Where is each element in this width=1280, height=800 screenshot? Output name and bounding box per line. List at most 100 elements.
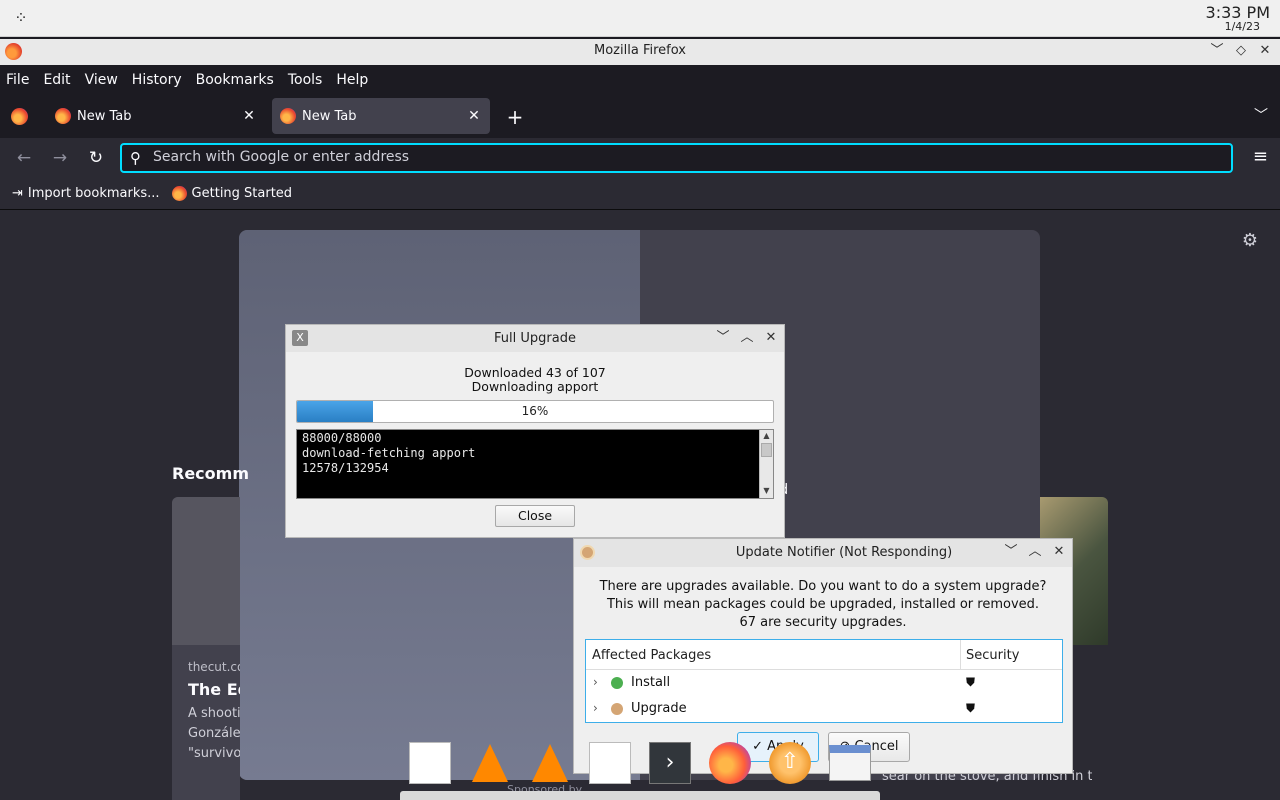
notifier-message-line: This will mean packages could be upgrade… [606, 597, 1040, 612]
menu-view[interactable]: View [85, 72, 118, 88]
reload-icon[interactable]: ↻ [84, 146, 108, 170]
bookmarks-toolbar: ⇥ Import bookmarks... Getting Started [0, 178, 1280, 210]
update-icon: ⇧ [769, 742, 811, 784]
app-launcher-icon[interactable]: ⁘ [10, 7, 32, 29]
task-manager-dock: › ⇧ [400, 738, 880, 800]
tree-row-label: Install [631, 675, 671, 690]
dock-item-writer[interactable] [406, 738, 454, 788]
bookmark-import[interactable]: ⇥ Import bookmarks... [12, 186, 160, 201]
navigation-bar: ← → ↻ ⚲ ≡ [0, 138, 1280, 178]
column-divider[interactable] [960, 640, 961, 670]
story-excerpt-line: "survivo [188, 746, 240, 761]
terminal-icon: › [649, 742, 691, 784]
gear-icon[interactable]: ⚙ [1242, 230, 1258, 251]
tab-favicon-icon [55, 108, 71, 124]
vlc-icon [472, 744, 508, 782]
install-icon [611, 677, 623, 689]
minimize-icon[interactable]: ﹀ [1002, 543, 1020, 561]
menu-tools[interactable]: Tools [288, 72, 323, 88]
story-source: thecut.co [188, 660, 240, 674]
minimize-icon[interactable]: ﹀ [714, 329, 732, 347]
url-bar[interactable]: ⚲ [120, 143, 1233, 173]
dock-item-firefox[interactable] [706, 738, 754, 788]
menu-help[interactable]: Help [336, 72, 368, 88]
log-scrollbar[interactable]: ▲ ▼ [759, 430, 773, 498]
window-icon [829, 745, 871, 781]
dock-item-terminal[interactable]: › [646, 738, 694, 788]
minimize-icon[interactable]: ﹀ [1208, 42, 1226, 60]
bookmark-label: Import bookmarks... [27, 186, 160, 201]
firefox-view-icon[interactable] [11, 108, 28, 125]
column-header-security[interactable]: Security [966, 648, 1019, 663]
progress-label: 16% [521, 404, 549, 418]
download-count-status: Downloaded 43 of 107 [464, 365, 606, 380]
dialog-titlebar: Update Notifier (Not Responding) ﹀ ︿ ✕ [574, 539, 1072, 567]
chevron-right-icon[interactable]: › [593, 701, 598, 715]
close-icon[interactable]: ✕ [762, 329, 780, 347]
tab-new-tab-1[interactable]: New Tab ✕ [47, 98, 265, 134]
maximize-icon[interactable]: ︿ [1026, 543, 1044, 561]
forward-arrow-icon[interactable]: → [48, 146, 72, 170]
dock-item-vlc-2[interactable] [526, 738, 574, 788]
update-notifier-app-icon [580, 545, 595, 560]
bookmark-label: Getting Started [191, 186, 293, 201]
app-menu-hamburger-icon[interactable]: ≡ [1253, 146, 1268, 167]
log-line: 88000/88000 [302, 431, 382, 445]
dock-item-vlc[interactable] [466, 738, 514, 788]
scroll-down-icon[interactable]: ▼ [760, 486, 773, 495]
scroll-thumb[interactable] [761, 443, 772, 457]
notifier-message-line: 67 are security upgrades. [739, 615, 907, 630]
close-icon[interactable]: ✕ [1256, 42, 1274, 60]
story-excerpt-line: Gonzále [188, 726, 240, 741]
maximize-icon[interactable]: ︿ [738, 329, 756, 347]
chevron-right-icon[interactable]: › [593, 675, 598, 689]
shield-icon: ⛊ [966, 701, 976, 715]
tree-row-install[interactable]: › Install ⛊ [586, 670, 1062, 696]
tab-favicon-icon [280, 108, 296, 124]
bookmark-getting-started[interactable]: Getting Started [171, 186, 293, 201]
story-title: The Ed [188, 680, 240, 699]
scroll-up-icon[interactable]: ▲ [760, 431, 773, 440]
tab-bar: New Tab ✕ New Tab ✕ + ﹀ [0, 95, 1280, 138]
tab-list-chevron-icon[interactable]: ﹀ [1254, 105, 1268, 125]
menu-edit[interactable]: Edit [43, 72, 70, 88]
tab-close-icon[interactable]: ✕ [466, 108, 482, 124]
menu-history[interactable]: History [132, 72, 182, 88]
import-icon: ⇥ [12, 186, 23, 201]
shield-icon: ⛊ [966, 675, 976, 689]
tree-row-upgrade[interactable]: › Upgrade ⛊ [586, 696, 1062, 722]
tree-row-label: Upgrade [631, 701, 687, 716]
tree-header: Affected Packages Security [586, 640, 1062, 670]
tab-close-icon[interactable]: ✕ [241, 108, 257, 124]
address-input[interactable] [153, 149, 1203, 165]
new-tab-plus-icon[interactable]: + [505, 103, 525, 131]
affected-packages-tree[interactable]: Affected Packages Security › Install ⛊ ›… [585, 639, 1063, 723]
clock-date[interactable]: 1/4/23 [1225, 20, 1260, 33]
window-title: Mozilla Firefox [594, 43, 686, 58]
maximize-icon[interactable]: ◇ [1232, 42, 1250, 60]
story-excerpt-line: A shooti [188, 706, 240, 721]
back-arrow-icon[interactable]: ← [12, 146, 36, 170]
column-header-packages[interactable]: Affected Packages [592, 648, 711, 663]
search-icon: ⚲ [130, 149, 141, 167]
story-card[interactable]: thecut.co The Ed A shooti Gonzále "survi… [172, 497, 240, 800]
tab-new-tab-2[interactable]: New Tab ✕ [272, 98, 490, 134]
close-button[interactable]: Close [495, 505, 575, 527]
close-icon[interactable]: ✕ [1050, 543, 1068, 561]
dock-bar [400, 791, 880, 800]
menu-bookmarks[interactable]: Bookmarks [196, 72, 274, 88]
dock-item-document[interactable] [586, 738, 634, 788]
upgrade-icon [611, 703, 623, 715]
download-progress-bar: 16% [296, 400, 774, 423]
dock-item-update-notifier[interactable]: ⇧ [766, 738, 814, 788]
story-excerpt: A shooti Gonzále "survivo [188, 704, 240, 764]
download-log: 88000/88000 download-fetching apport 125… [296, 429, 774, 499]
story-image [172, 497, 240, 645]
dialog-title: Full Upgrade [494, 331, 576, 346]
notifier-message-line: There are upgrades available. Do you wan… [599, 579, 1047, 594]
download-current-status: Downloading apport [471, 379, 599, 394]
menu-file[interactable]: File [6, 72, 29, 88]
system-panel: ⁘ 3:33 PM 1/4/23 [0, 0, 1280, 37]
dock-item-window[interactable] [826, 738, 874, 788]
log-line: 12578/132954 [302, 461, 389, 475]
